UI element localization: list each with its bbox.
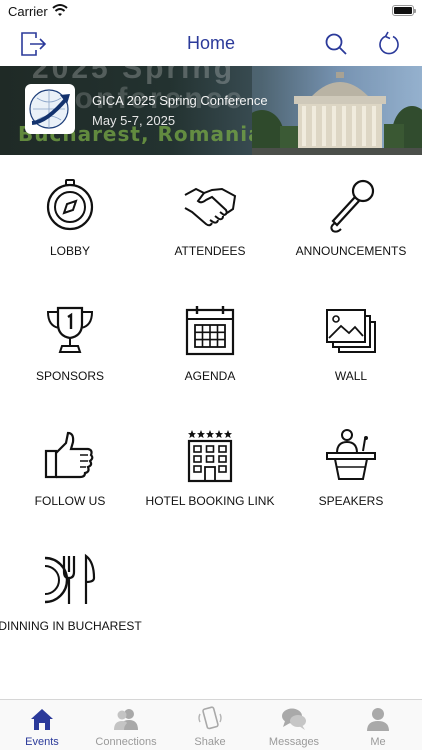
compass-icon: [46, 179, 94, 231]
tab-label: Me: [370, 736, 386, 748]
status-bar: Carrier: [0, 0, 422, 22]
home-icon: [31, 709, 53, 730]
menu-item-label: DINNING IN BUCHAREST: [0, 619, 142, 633]
tab-label: Shake: [194, 736, 226, 748]
tab-label: Events: [25, 736, 59, 748]
tab-label: Messages: [268, 736, 320, 748]
menu-item-dinning-in-bucharest[interactable]: DINNING IN BUCHAREST: [0, 530, 142, 655]
menu-item-label: FOLLOW US: [34, 494, 106, 508]
menu-item-lobby[interactable]: LOBBY: [0, 155, 140, 280]
tab-bar: Events Connections Shake Messages Me: [0, 699, 422, 750]
tab-me[interactable]: Me: [336, 700, 420, 750]
handshake-icon: [184, 187, 237, 227]
calendar-icon: [185, 306, 235, 356]
gallery-icon: [326, 309, 376, 353]
conference-logo: [25, 84, 75, 134]
menu-grid: LOBBY ATTENDEES ANNOUNCEMENTS SPONSORS A…: [0, 155, 422, 695]
tab-shake[interactable]: Shake: [168, 700, 252, 750]
tab-label: Connections: [95, 736, 157, 748]
menu-item-announcements[interactable]: ANNOUNCEMENTS: [281, 155, 421, 280]
menu-item-hotel-booking-link[interactable]: HOTEL BOOKING LINK: [140, 405, 280, 530]
menu-item-speakers[interactable]: SPEAKERS: [281, 405, 421, 530]
event-banner[interactable]: 2025 Spring Conference Bucharest, Romani…: [0, 66, 422, 155]
menu-item-label: SPEAKERS: [318, 494, 384, 508]
navigation-bar: Home: [0, 22, 422, 66]
menu-item-sponsors[interactable]: SPONSORS: [0, 280, 140, 405]
thumbs-up-icon: [44, 431, 94, 479]
menu-item-label: ANNOUNCEMENTS: [295, 244, 407, 258]
dining-icon: [44, 553, 96, 604]
speaker-podium-icon: [326, 429, 376, 480]
menu-item-label: ATTENDEES: [174, 244, 246, 258]
menu-item-attendees[interactable]: ATTENDEES: [140, 155, 280, 280]
page-title: Home: [186, 33, 235, 53]
wifi-icon: [52, 4, 68, 16]
battery-icon: [392, 5, 416, 16]
search-icon: [325, 33, 347, 55]
microphone-icon: [330, 179, 375, 233]
tab-messages[interactable]: Messages: [252, 700, 336, 750]
tab-events[interactable]: Events: [0, 700, 84, 750]
menu-item-label: HOTEL BOOKING LINK: [145, 494, 275, 508]
tab-connections[interactable]: Connections: [84, 700, 168, 750]
menu-item-follow-us[interactable]: FOLLOW US: [0, 405, 140, 530]
trophy-icon: [46, 306, 94, 353]
menu-item-agenda[interactable]: AGENDA: [140, 280, 280, 405]
chat-bubbles-icon: [282, 708, 306, 730]
hotel-icon: [187, 430, 233, 483]
banner-title: GICA 2025 Spring Conference: [92, 93, 268, 108]
refresh-icon: [379, 31, 399, 55]
shake-phone-icon: [198, 706, 222, 730]
person-icon: [367, 708, 389, 731]
menu-item-wall[interactable]: WALL: [281, 280, 421, 405]
menu-item-label: AGENDA: [184, 369, 236, 383]
menu-item-label: WALL: [334, 369, 368, 383]
carrier-label: Carrier: [8, 4, 48, 19]
people-icon: [114, 709, 138, 730]
athenaeum-building-image: [252, 66, 422, 155]
menu-item-label: SPONSORS: [35, 369, 104, 383]
refresh-button[interactable]: [374, 28, 406, 60]
banner-date: May 5-7, 2025: [92, 113, 176, 128]
menu-item-label: LOBBY: [49, 244, 91, 258]
search-button[interactable]: [320, 28, 352, 60]
